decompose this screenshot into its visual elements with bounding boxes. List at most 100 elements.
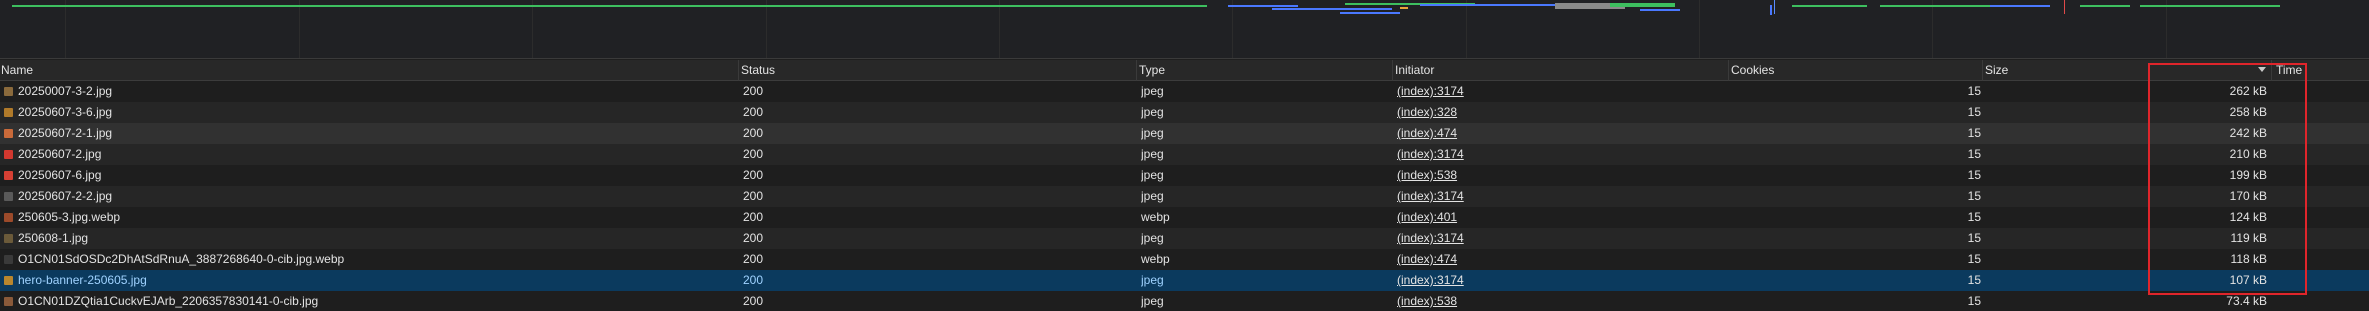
initiator-link[interactable]: (index):3174 [1397,186,1727,207]
initiator-link[interactable]: (index):474 [1397,249,1727,270]
status-cell: 200 [743,147,764,161]
cookies-cell: 15 [1967,231,1981,245]
request-name-cell: 250608-1.jpg [18,231,89,245]
type-cell: jpeg [1141,231,1164,245]
network-overview-timeline[interactable] [0,0,2369,59]
overview-request-bar [1880,5,1990,7]
column-header-status[interactable]: Status [740,60,775,80]
overview-gridline [299,0,300,58]
overview-request-bar [1770,5,1772,15]
type-cell: jpeg [1141,294,1164,308]
cookies-cell: 15 [1967,147,1981,161]
overview-request-bar [1792,5,1867,7]
table-row[interactable]: O1CN01SdOSDc2DhAtSdRnuA_3887268640-0-cib… [0,249,2369,270]
overview-gridline [532,0,533,58]
status-cell: 200 [743,210,764,224]
overview-gridline [1232,0,1233,58]
initiator-link[interactable]: (index):538 [1397,165,1727,186]
status-cell: 200 [743,273,764,287]
status-cell: 200 [743,105,764,119]
cookies-cell: 15 [1967,210,1981,224]
table-header: Name Status Type Initiator Cookies Size … [0,60,2369,81]
image-file-icon [4,297,13,306]
overview-gridline [766,0,767,58]
request-name-cell: 250605-3.jpg.webp [18,210,121,224]
request-name-cell: 20250607-2-1.jpg [18,126,113,140]
overview-request-bar [2140,5,2280,7]
overview-request-bar [1400,7,1408,9]
table-row[interactable]: 250608-1.jpg 200 jpeg (index):3174 15 119 kB [0,228,2369,249]
initiator-link[interactable]: (index):538 [1397,291,1727,311]
image-file-icon [4,108,13,117]
column-header-cookies[interactable]: Cookies [1730,60,1774,80]
column-header-type[interactable]: Type [1138,60,1165,80]
initiator-link[interactable]: (index):474 [1397,123,1727,144]
initiator-link[interactable]: (index):3174 [1397,144,1727,165]
initiator-link[interactable]: (index):3174 [1397,81,1727,102]
table-row[interactable]: 20250607-6.jpg 200 jpeg (index):538 15 199 kB [0,165,2369,186]
overview-gridline [65,0,66,58]
type-cell: jpeg [1141,126,1164,140]
table-row[interactable]: 20250607-2-2.jpg 200 jpeg (index):3174 15 170… [0,186,2369,207]
overview-gridline [2166,0,2167,58]
image-file-icon [4,87,13,96]
status-cell: 200 [743,84,764,98]
cookies-cell: 15 [1967,168,1981,182]
column-header-name[interactable]: Name [0,60,33,80]
request-name-cell: 20250007-3-2.jpg [18,84,113,98]
overview-request-bar [12,5,1207,7]
table-row[interactable]: hero-banner-250605.jpg 200 jpeg (index):317… [0,270,2369,291]
type-cell: jpeg [1141,273,1164,287]
overview-request-bar [1272,8,1392,10]
status-cell: 200 [743,294,764,308]
type-cell: webp [1141,210,1170,224]
overview-gridline [1699,0,1700,58]
initiator-link[interactable]: (index):3174 [1397,270,1727,291]
table-row[interactable]: 250605-3.jpg.webp 200 webp (index):401 15 124… [0,207,2369,228]
table-row[interactable]: 20250607-2-1.jpg 200 jpeg (index):474 15 242 … [0,123,2369,144]
cookies-cell: 15 [1967,84,1981,98]
cookies-cell: 15 [1967,273,1981,287]
image-file-icon [4,192,13,201]
type-cell: jpeg [1141,189,1164,203]
cookies-cell: 15 [1967,126,1981,140]
request-name-cell: hero-banner-250605.jpg [18,273,147,287]
type-cell: webp [1141,252,1170,266]
type-cell: jpeg [1141,105,1164,119]
initiator-link[interactable]: (index):401 [1397,207,1727,228]
network-request-table[interactable]: Name Status Type Initiator Cookies Size … [0,60,2369,311]
image-file-icon [4,171,13,180]
type-cell: jpeg [1141,147,1164,161]
image-file-icon [4,234,13,243]
overview-request-bar [2080,5,2130,7]
overview-request-bar [1228,5,1298,7]
image-file-icon [4,276,13,285]
request-name-cell: 20250607-6.jpg [18,168,102,182]
overview-request-bar [1340,12,1400,14]
status-cell: 200 [743,168,764,182]
request-name-cell: O1CN01SdOSDc2DhAtSdRnuA_3887268640-0-cib… [18,252,345,266]
load-marker [2064,0,2065,14]
image-file-icon [4,129,13,138]
cookies-cell: 15 [1967,189,1981,203]
table-row[interactable]: 20250607-3-6.jpg 200 jpeg (index):328 15 258 … [0,102,2369,123]
table-row[interactable]: O1CN01DZQtia1CuckvEJArb_2206357830141-0-… [0,291,2369,311]
initiator-link[interactable]: (index):3174 [1397,228,1727,249]
column-header-size[interactable]: Size [1984,60,2008,80]
dom-content-loaded-marker [1774,0,1775,14]
image-file-icon [4,150,13,159]
column-header-initiator[interactable]: Initiator [1394,60,1434,80]
cookies-cell: 15 [1967,105,1981,119]
overview-gridline [999,0,1000,58]
status-cell: 200 [743,189,764,203]
table-row[interactable]: 20250607-2.jpg 200 jpeg (index):3174 15 210 k… [0,144,2369,165]
overview-request-bar [1990,5,2050,7]
image-file-icon [4,255,13,264]
size-column-highlight-box [2148,63,2307,295]
initiator-link[interactable]: (index):328 [1397,102,1727,123]
overview-gridline [1466,0,1467,58]
table-row[interactable]: 20250007-3-2.jpg 200 jpeg (index):3174 15 262… [0,81,2369,102]
overview-gridline [1932,0,1933,58]
status-cell: 200 [743,231,764,245]
request-name-cell: 20250607-2-2.jpg [18,189,113,203]
